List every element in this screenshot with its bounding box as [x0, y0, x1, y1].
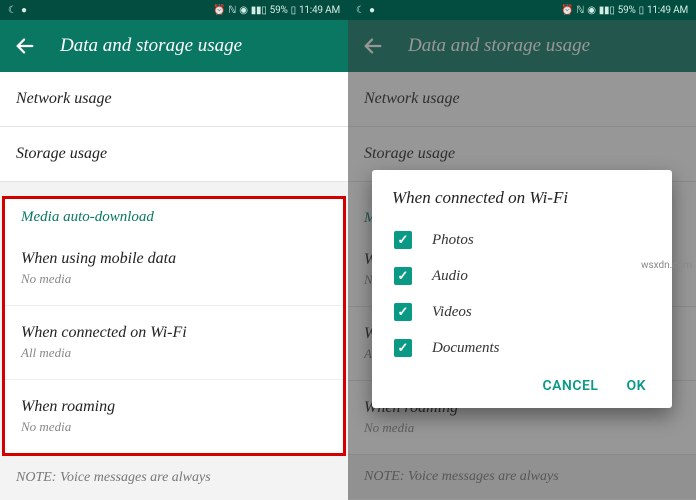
- whatsapp-icon: ●: [21, 5, 27, 16]
- list-item-sub: No media: [21, 419, 327, 435]
- list-item-label: When connected on Wi-Fi: [21, 324, 327, 342]
- dialog-title: When connected on Wi-Fi: [392, 188, 652, 208]
- clock-label: 11:49 AM: [647, 5, 688, 16]
- signal-icon: ▮▮▯: [251, 5, 267, 16]
- option-videos[interactable]: ✓ Videos: [392, 294, 652, 330]
- option-audio[interactable]: ✓ Audio: [392, 258, 652, 294]
- option-label: Photos: [432, 232, 474, 249]
- option-label: Audio: [432, 268, 468, 285]
- section-header: Media auto-download: [5, 199, 343, 232]
- battery-icon: ▯: [639, 5, 644, 16]
- checkbox-checked-icon[interactable]: ✓: [394, 231, 412, 249]
- checkbox-checked-icon[interactable]: ✓: [394, 303, 412, 321]
- wifi-download-dialog: When connected on Wi-Fi ✓ Photos ✓ Audio…: [372, 170, 672, 408]
- battery-label: 59%: [270, 5, 288, 16]
- option-photos[interactable]: ✓ Photos: [392, 222, 652, 258]
- alarm-icon: ⏰: [213, 5, 225, 16]
- list-item-sub: All media: [21, 345, 327, 361]
- option-label: Videos: [432, 304, 472, 321]
- wifi-icon: ◉: [587, 5, 596, 16]
- status-bar: ☾ ● ⏰ ℕ ◉ ▮▮▯ 59% ▯ 11:49 AM: [0, 0, 348, 20]
- signal-icon: ▮▮▯: [599, 5, 615, 16]
- phone-left: ☾ ● ⏰ ℕ ◉ ▮▮▯ 59% ▯ 11:49 AM Data and st…: [0, 0, 348, 500]
- alarm-icon: ⏰: [561, 5, 573, 16]
- phone-right: ☾ ● ⏰ ℕ ◉ ▮▮▯ 59% ▯ 11:49 AM Data and st…: [348, 0, 696, 500]
- wifi-icon: ◉: [239, 5, 248, 16]
- nfc-icon: ℕ: [576, 5, 584, 16]
- watermark: wsxdn.com: [641, 260, 692, 271]
- clock-label: 11:49 AM: [299, 5, 340, 16]
- network-usage-item[interactable]: Network usage: [0, 72, 348, 127]
- cancel-button[interactable]: CANCEL: [542, 378, 598, 394]
- wifi-item[interactable]: When connected on Wi-Fi All media: [5, 306, 343, 380]
- battery-label: 59%: [618, 5, 636, 16]
- list-item-sub: No media: [21, 271, 327, 287]
- whatsapp-icon: ●: [369, 5, 375, 16]
- option-label: Documents: [432, 340, 500, 357]
- list-item-label: When roaming: [21, 398, 327, 416]
- checkbox-checked-icon[interactable]: ✓: [394, 267, 412, 285]
- moon-icon: ☾: [356, 5, 365, 16]
- list-item-label: When using mobile data: [21, 250, 327, 268]
- mobile-data-item[interactable]: When using mobile data No media: [5, 232, 343, 306]
- roaming-item[interactable]: When roaming No media: [5, 380, 343, 453]
- checkbox-checked-icon[interactable]: ✓: [394, 339, 412, 357]
- list-item-label: Network usage: [16, 90, 332, 108]
- list-item-label: Storage usage: [16, 145, 332, 163]
- footer-note: NOTE: Voice messages are always: [0, 456, 348, 500]
- back-arrow-icon[interactable]: [14, 35, 36, 57]
- option-documents[interactable]: ✓ Documents: [392, 330, 652, 366]
- battery-icon: ▯: [291, 5, 296, 16]
- ok-button[interactable]: OK: [626, 378, 646, 394]
- storage-usage-item[interactable]: Storage usage: [0, 127, 348, 182]
- moon-icon: ☾: [8, 5, 17, 16]
- section-divider: [0, 182, 348, 196]
- page-title: Data and storage usage: [60, 35, 242, 57]
- app-bar: Data and storage usage: [0, 20, 348, 72]
- nfc-icon: ℕ: [228, 5, 236, 16]
- dialog-actions: CANCEL OK: [392, 366, 652, 398]
- status-bar: ☾ ● ⏰ ℕ ◉ ▮▮▯ 59% ▯ 11:49 AM: [348, 0, 696, 20]
- media-auto-download-section: Media auto-download When using mobile da…: [2, 196, 346, 456]
